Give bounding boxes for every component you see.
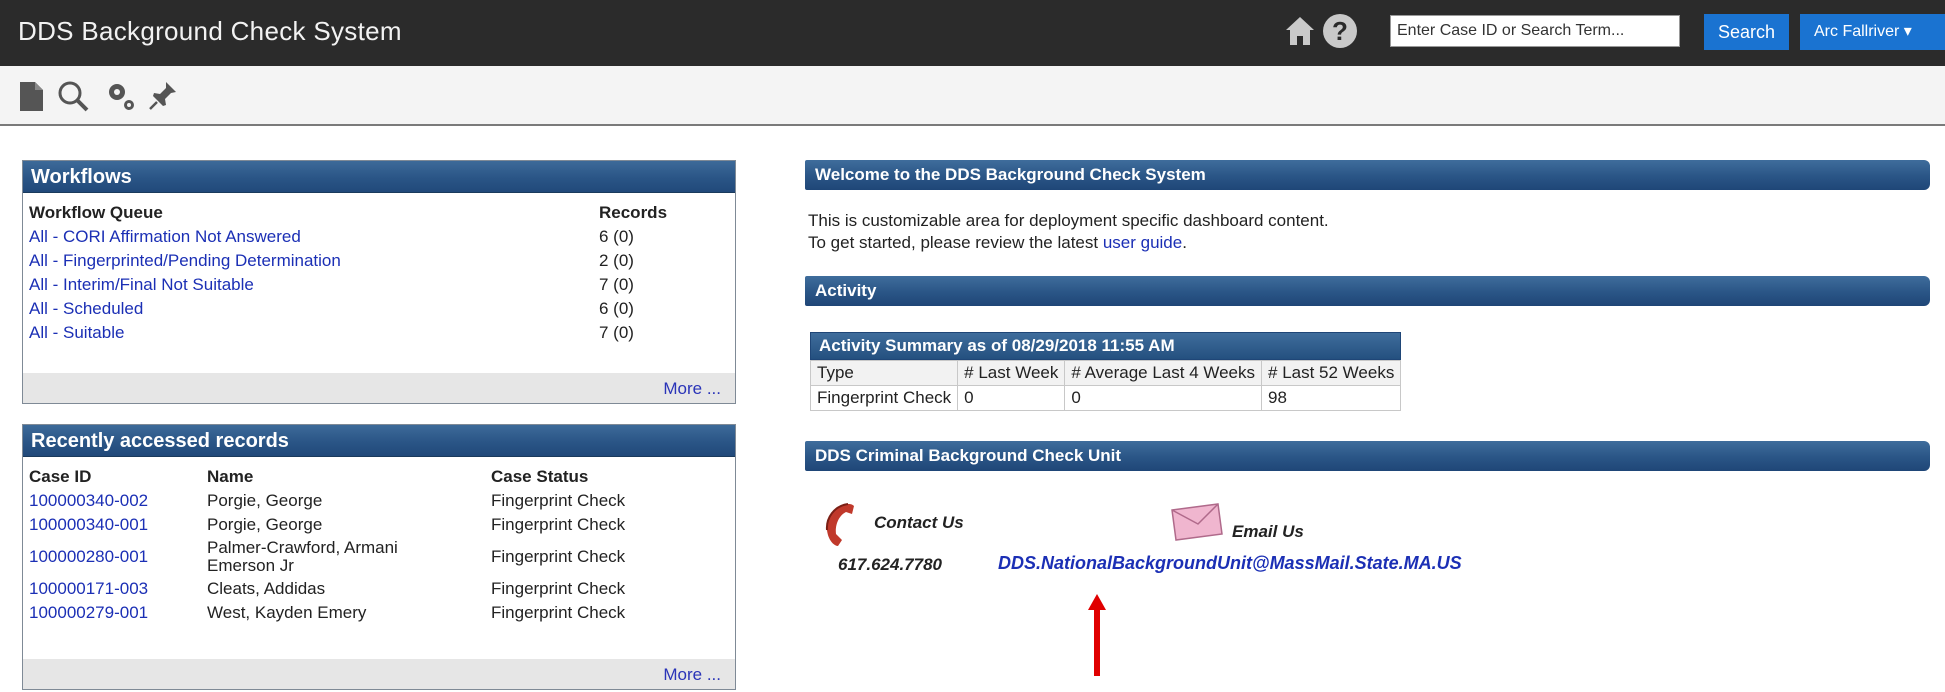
email-us-label: Email Us: [1232, 522, 1304, 541]
annotation-arrow-icon: [1088, 594, 1106, 676]
email-icon: [1171, 503, 1223, 541]
welcome-line-2-suffix: .: [1182, 233, 1187, 252]
table-header-row: Case ID Name Case Status: [23, 465, 737, 489]
case-id-link[interactable]: 100000340-001: [29, 515, 148, 534]
col-name: Name: [207, 467, 254, 486]
person-name: Cleats, Addidas: [207, 579, 326, 598]
user-guide-link[interactable]: user guide: [1103, 233, 1182, 252]
welcome-section-header: Welcome to the DDS Background Check Syst…: [805, 160, 1930, 190]
phone-icon: [825, 503, 854, 546]
activity-summary-table: Activity Summary as of 08/29/2018 11:55 …: [809, 332, 1402, 411]
search-button[interactable]: Search: [1704, 14, 1789, 50]
col-records: Records: [599, 203, 668, 222]
case-status: Fingerprint Check: [491, 491, 626, 510]
welcome-line-2: To get started, please review the latest…: [808, 232, 1329, 254]
settings-icon[interactable]: [104, 78, 138, 114]
recent-records-table: Case ID Name Case Status 100000340-002 Po…: [23, 465, 737, 625]
search-icon[interactable]: [56, 78, 90, 114]
workflows-table: Workflow Queue Records All - CORI Affirm…: [23, 201, 737, 345]
activity-type: Fingerprint Check: [809, 385, 959, 411]
new-document-icon[interactable]: [14, 78, 48, 114]
toolbar: [0, 66, 1945, 126]
user-menu[interactable]: Arc Fallriver ▾: [1800, 14, 1945, 50]
activity-summary-caption: Activity Summary as of 08/29/2018 11:55 …: [810, 332, 1402, 360]
welcome-line-2-prefix: To get started, please review the latest: [808, 233, 1103, 252]
records-count: 2 (0): [599, 251, 634, 270]
workflow-queue-link[interactable]: All - Interim/Final Not Suitable: [29, 275, 254, 294]
workflow-queue-link[interactable]: All - CORI Affirmation Not Answered: [29, 227, 301, 246]
recent-records-panel: Recently accessed records Case ID Name C…: [22, 424, 736, 690]
col-average-last-4-weeks: # Average Last 4 Weeks: [1064, 360, 1263, 386]
col-case-status: Case Status: [491, 467, 589, 486]
records-count: 7 (0): [599, 275, 634, 294]
case-id-link[interactable]: 100000279-001: [29, 603, 148, 622]
table-row: 100000340-002 Porgie, George Fingerprint C…: [23, 489, 737, 513]
recent-records-more-link[interactable]: More ...: [663, 665, 721, 685]
records-count: 6 (0): [599, 299, 634, 318]
contact-us-label: Contact Us: [874, 513, 964, 532]
top-bar: DDS Background Check System ? Search Arc…: [0, 0, 1945, 66]
activity-last-week: 0: [957, 385, 1066, 411]
welcome-text: This is customizable area for deployment…: [808, 210, 1329, 254]
email-link[interactable]: DDS.NationalBackgroundUnit@MassMail.Stat…: [998, 553, 1462, 574]
phone-number: 617.624.7780: [838, 555, 942, 574]
welcome-line-1: This is customizable area for deployment…: [808, 211, 1329, 230]
table-row: All - Scheduled 6 (0): [23, 297, 737, 321]
case-status: Fingerprint Check: [491, 515, 626, 534]
unit-section-header: DDS Criminal Background Check Unit: [805, 441, 1930, 471]
workflows-panel: Workflows Workflow Queue Records All - C…: [22, 160, 736, 404]
activity-average-4-weeks: 0: [1064, 385, 1263, 411]
col-type: Type: [809, 360, 959, 386]
case-status: Fingerprint Check: [491, 579, 626, 598]
person-name: Porgie, George: [207, 515, 323, 534]
table-header-row: Type # Last Week # Average Last 4 Weeks …: [809, 360, 1402, 386]
workflow-queue-link[interactable]: All - Suitable: [29, 323, 124, 342]
case-id-link[interactable]: 100000171-003: [29, 579, 148, 598]
workflows-title: Workflows: [23, 161, 735, 193]
case-status: Fingerprint Check: [491, 603, 626, 622]
case-id-link[interactable]: 100000280-001: [29, 547, 148, 566]
table-row: All - CORI Affirmation Not Answered 6 (0): [23, 225, 737, 249]
case-id-link[interactable]: 100000340-002: [29, 491, 148, 510]
person-name: West, Kayden Emery: [207, 603, 367, 622]
recent-records-footer: More ...: [23, 659, 735, 689]
col-last-week: # Last Week: [957, 360, 1066, 386]
table-row: All - Interim/Final Not Suitable 7 (0): [23, 273, 737, 297]
table-row: 100000279-001 West, Kayden Emery Fingerpri…: [23, 601, 737, 625]
workflows-more-link[interactable]: More ...: [663, 379, 721, 399]
table-row: 100000280-001 Palmer-Crawford, Armani Eme…: [23, 537, 737, 577]
col-case-id: Case ID: [29, 467, 92, 486]
case-status: Fingerprint Check: [491, 547, 626, 566]
records-count: 6 (0): [599, 227, 634, 246]
app-title: DDS Background Check System: [18, 16, 402, 46]
workflow-queue-link[interactable]: All - Fingerprinted/Pending Determinatio…: [29, 251, 341, 270]
table-row: All - Fingerprinted/Pending Determinatio…: [23, 249, 737, 273]
pin-icon[interactable]: [146, 78, 180, 114]
table-row: Fingerprint Check 0 0 98: [809, 385, 1402, 411]
person-name: Porgie, George: [207, 491, 323, 510]
home-icon[interactable]: [1283, 14, 1317, 48]
recent-records-title: Recently accessed records: [23, 425, 735, 457]
person-name: Palmer-Crawford, Armani Emerson Jr: [207, 538, 398, 575]
records-count: 7 (0): [599, 323, 634, 342]
workflows-footer: More ...: [23, 373, 735, 403]
table-row: 100000340-001 Porgie, George Fingerprint C…: [23, 513, 737, 537]
workflow-queue-link[interactable]: All - Scheduled: [29, 299, 143, 318]
table-row: 100000171-003 Cleats, Addidas Fingerprint …: [23, 577, 737, 601]
activity-last-52-weeks: 98: [1261, 385, 1402, 411]
search-input[interactable]: [1390, 15, 1680, 47]
table-row: All - Suitable 7 (0): [23, 321, 737, 345]
col-last-52-weeks: # Last 52 Weeks: [1261, 360, 1402, 386]
col-workflow-queue: Workflow Queue: [29, 203, 163, 222]
activity-section-header: Activity: [805, 276, 1930, 306]
help-icon[interactable]: ?: [1323, 14, 1357, 48]
table-header-row: Workflow Queue Records: [23, 201, 737, 225]
